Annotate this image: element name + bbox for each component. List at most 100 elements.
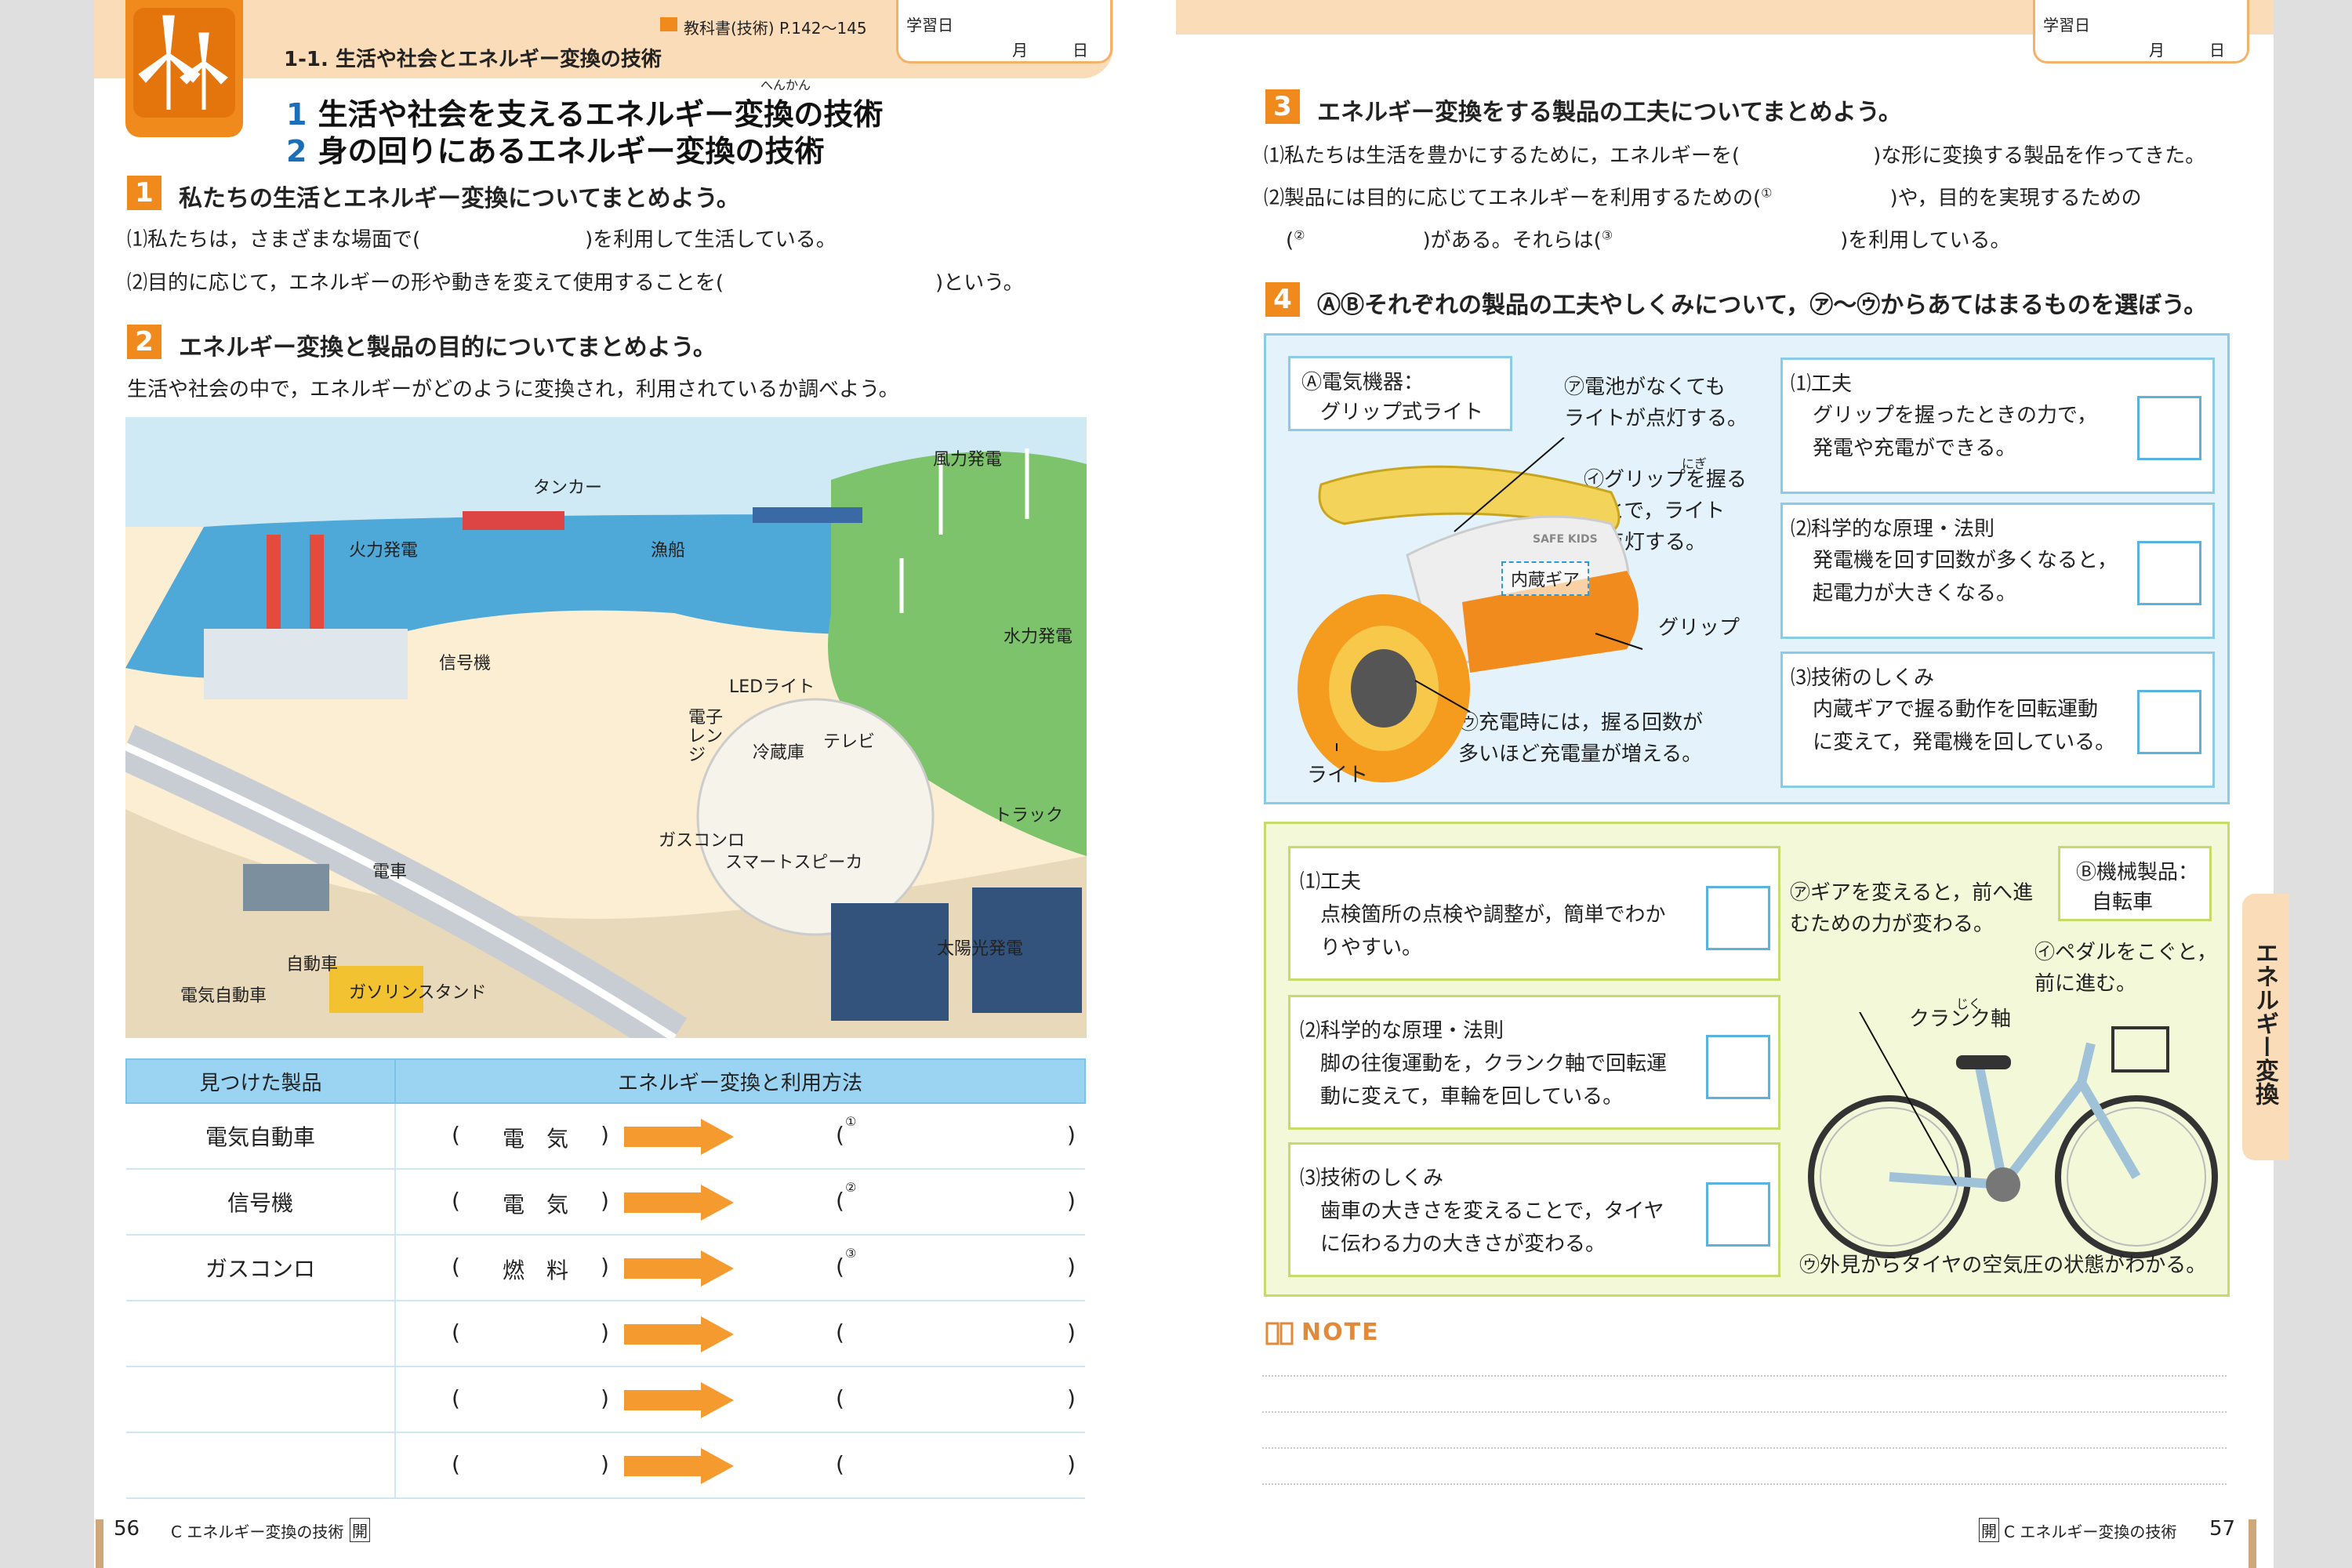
s3-q2-text: ⑵製品には目的に応じてエネルギーを利用するための( <box>1264 187 1762 210</box>
table-cell-product: ガスコンロ <box>126 1235 396 1301</box>
s3-q3-mark2: ③ <box>1601 227 1613 243</box>
table-cell-product[interactable] <box>126 1432 396 1499</box>
box-title: ⑴工夫 <box>1791 372 1853 396</box>
page-title-2: 2 身の回りにあるエネルギー変換の技術 <box>286 127 824 170</box>
study-date-box-left[interactable]: 学習日 月 日 <box>896 0 1112 64</box>
answer-blank[interactable] <box>867 1385 1071 1414</box>
map-label-solar: 太陽光発電 <box>937 939 1024 959</box>
map-label-thermal: 火力発電 <box>349 541 419 561</box>
box-body: グリップを握ったときの力で， 発電や充電ができる。 <box>1813 404 2097 460</box>
option-a-text: ㋐電池がなくても ライトが点灯する。 <box>1564 376 1748 430</box>
s3-q3-start: ( <box>1286 229 1294 252</box>
product-a-label-box: Ⓐ電気機器： グリップ式ライト <box>1288 356 1512 431</box>
box-body: 歯車の大きさを変えることで，タイヤ に伝わる力の大きさが変わる。 <box>1320 1200 1664 1256</box>
product-a-category: Ⓐ電気機器： <box>1301 371 1425 394</box>
product-b-panel: ⑴工夫 点検箇所の点検や調整が，簡単でわか りやすい。 ⑵科学的な原理・法則 脚の往復… <box>1264 822 2230 1297</box>
table-cell-product[interactable] <box>126 1301 396 1367</box>
map-label-tanker: タンカー <box>533 478 603 498</box>
table-row: () () <box>126 1301 1085 1367</box>
arrow-right-icon <box>624 1185 734 1221</box>
map-label-signal: 信号機 <box>439 654 492 673</box>
q1-text: ⑴私たちは，さまざまな場面で( <box>127 228 421 252</box>
open-paren: ( <box>452 1122 460 1148</box>
map-label-led: LEDライト <box>729 677 815 697</box>
map-label-fishing-boat: 漁船 <box>651 541 686 561</box>
close-paren: ) <box>601 1254 609 1279</box>
box-body: 点検箇所の点検や調整が，簡単でわか りやすい。 <box>1320 903 1666 960</box>
answer-box[interactable] <box>1706 1035 1770 1099</box>
close-paren: ) <box>1067 1188 1076 1214</box>
bicycle-image <box>1808 1012 2218 1258</box>
s3-q2-mark: ① <box>1761 185 1773 201</box>
open-paren: ( <box>836 1385 844 1411</box>
table-row: () () <box>126 1367 1085 1433</box>
grip-label: グリップ <box>1658 616 1740 640</box>
section-side-tab: エネルギー変換 <box>2242 894 2289 1160</box>
answer-blank[interactable] <box>867 1254 1071 1282</box>
energy-from[interactable]: 電 気 <box>503 1122 568 1153</box>
product-a-panel: Ⓐ電気機器： グリップ式ライト ㋐電池がなくても ライトが点灯する。 にぎ ㋑グ… <box>1264 333 2230 804</box>
note-line[interactable] <box>1262 1411 2227 1413</box>
product-b-box-3: ⑶技術のしくみ 歯車の大きさを変えることで，タイヤ に伝わる力の大きさが変わる。 <box>1288 1142 1780 1277</box>
energy-from[interactable]: 燃 料 <box>503 1254 568 1285</box>
note-line[interactable] <box>1262 1447 2227 1449</box>
title-2-number: 2 <box>286 134 307 169</box>
table-row: 電気自動車(電 気)(①) <box>126 1103 1085 1170</box>
answer-box[interactable] <box>2137 690 2201 754</box>
page-number-right: 57 <box>2209 1517 2236 1541</box>
left-footer-bar <box>96 1519 103 1568</box>
close-paren: ) <box>601 1188 609 1214</box>
page-spread: 1-1. 生活や社会とエネルギー変換の技術 教科書(技術) P.142〜145 … <box>0 0 2352 1568</box>
product-a-box-1: ⑴工夫グリップを握ったときの力で， 発電や充電ができる。 <box>1780 358 2215 494</box>
textbook-ref: 教科書(技術) P.142〜145 <box>684 19 867 38</box>
table-cell-conversion: (電 気)(②) <box>395 1169 1085 1236</box>
open-paren: ( <box>836 1122 844 1148</box>
open-paren: ( <box>452 1451 460 1477</box>
map-label-microwave: 電子レンジ <box>688 708 724 765</box>
gear-label: 内蔵ギア <box>1501 561 1590 596</box>
table-cell-conversion: () () <box>395 1367 1085 1433</box>
map-label-tv: テレビ <box>823 732 876 752</box>
answer-box[interactable] <box>1706 1182 1770 1247</box>
month-label: 月 <box>1012 41 1028 60</box>
answer-blank[interactable] <box>867 1451 1071 1479</box>
arrow-right-icon <box>624 1250 734 1287</box>
open-paren: ( <box>836 1254 844 1279</box>
page-number-left: 56 <box>114 1517 140 1541</box>
note-line[interactable] <box>1262 1483 2227 1485</box>
table-header-product: 見つけた製品 <box>125 1058 396 1104</box>
day-label: 日 <box>1073 41 1088 60</box>
product-a-name: グリップ式ライト <box>1320 401 1484 424</box>
note-line[interactable] <box>1262 1375 2227 1377</box>
month-label: 月 <box>2149 41 2165 60</box>
answer-blank[interactable] <box>867 1122 1071 1150</box>
product-b-name: 自転車 <box>2092 891 2154 914</box>
answer-box[interactable] <box>2137 541 2201 605</box>
map-label-train: 電車 <box>372 862 408 882</box>
box-body: 内蔵ギアで握る動作を回転運動 に変えて，発電機を回している。 <box>1813 698 2116 754</box>
study-date-box-right[interactable]: 学習日 月 日 <box>2033 0 2249 64</box>
footer-left-badge: 開 <box>350 1518 370 1542</box>
s3-q2-end: )や，目的を実現するための <box>1889 187 2142 210</box>
answer-box[interactable] <box>1706 886 1770 950</box>
open-paren: ( <box>836 1188 844 1214</box>
table-cell-conversion: (電 気)(①) <box>395 1103 1085 1170</box>
answer-box[interactable] <box>2137 396 2201 460</box>
title-2-text: 身の回りにあるエネルギー変換の技術 <box>318 134 825 169</box>
answer-blank[interactable] <box>867 1188 1071 1216</box>
study-date-label: 学習日 <box>906 16 953 34</box>
close-paren: ) <box>1067 1319 1076 1345</box>
energy-from[interactable]: 電 気 <box>503 1188 568 1219</box>
table-cell-product[interactable] <box>126 1367 396 1433</box>
arrow-right-icon <box>624 1382 734 1418</box>
brand-label: SAFE KIDS <box>1533 533 1598 546</box>
close-paren: ) <box>1067 1451 1076 1477</box>
light-label: ライト <box>1307 764 1369 787</box>
map-label-hydro: 水力発電 <box>1004 627 1073 647</box>
answer-blank[interactable] <box>867 1319 1071 1348</box>
section-3-q2: ⑵製品には目的に応じてエネルギーを利用するための(① )や，目的を実現するための <box>1264 182 2142 211</box>
section-4-title: ⒶⒷそれぞれの製品の工夫やしくみについて，㋐〜㋒からあてはまるものを選ぼう。 <box>1317 292 2208 319</box>
section-1-title: 私たちの生活とエネルギー変換についてまとめよう。 <box>179 185 740 212</box>
open-paren: ( <box>452 1319 460 1345</box>
close-paren: ) <box>601 1122 609 1148</box>
